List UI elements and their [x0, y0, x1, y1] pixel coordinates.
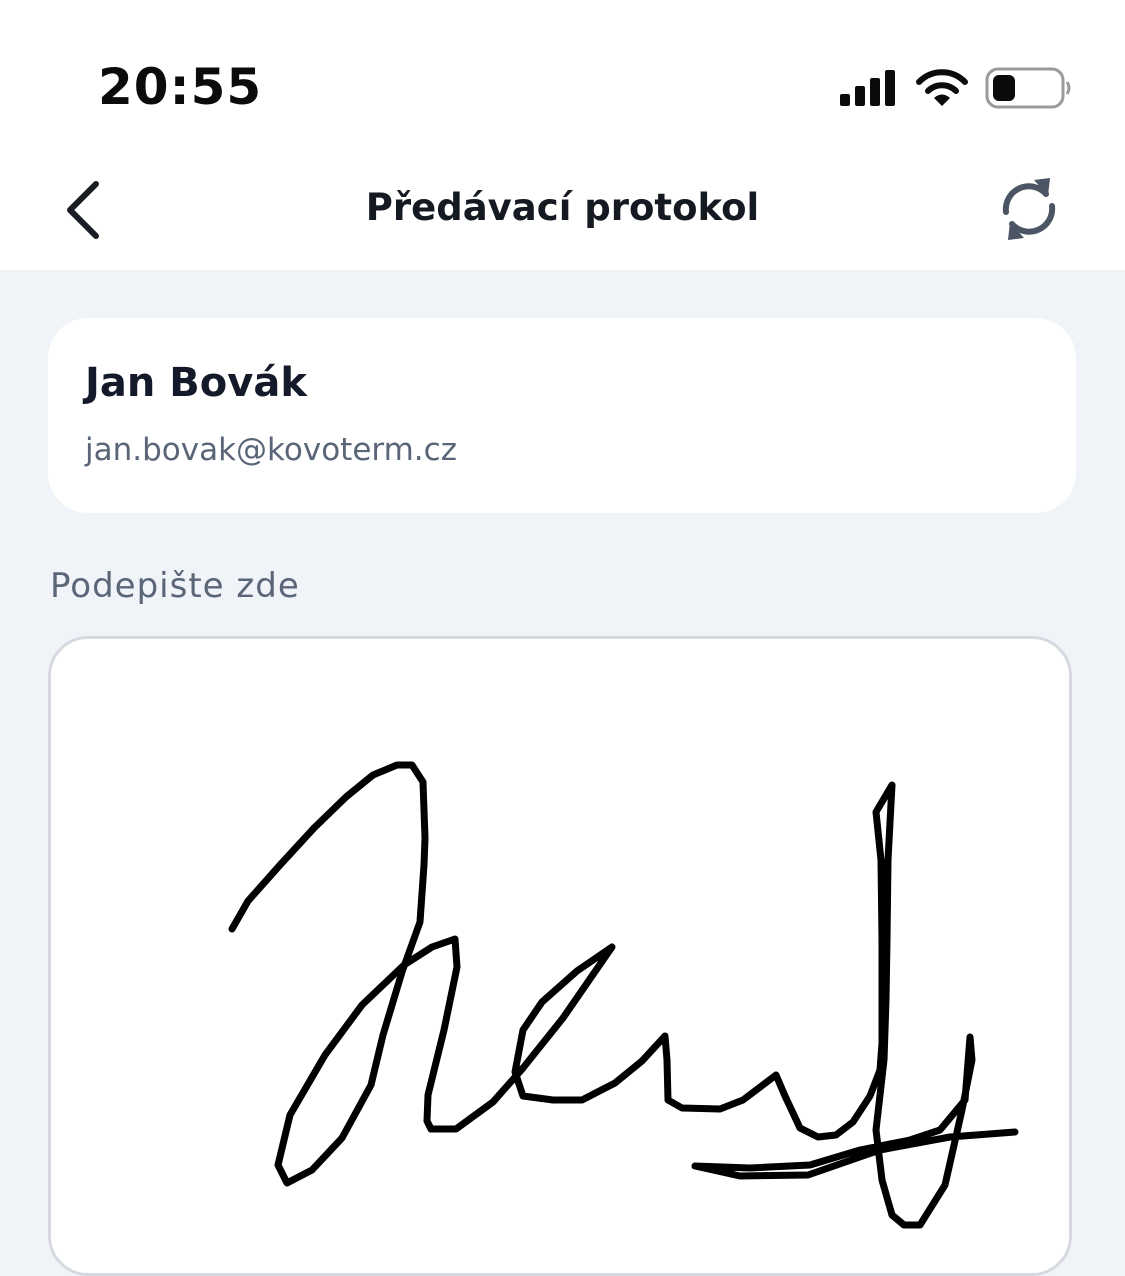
cellular-signal-icon	[840, 70, 895, 106]
signature-pad[interactable]	[48, 636, 1072, 1276]
refresh-icon[interactable]	[994, 172, 1064, 246]
nav-bar: Předávací protokol	[0, 150, 1125, 270]
wifi-icon	[916, 69, 968, 106]
signature-label: Podepište zde	[50, 566, 300, 606]
status-time: 20:55	[98, 58, 263, 116]
user-name: Jan Bovák	[85, 360, 307, 406]
user-email: jan.bovak@kovoterm.cz	[85, 432, 457, 468]
page-title: Předávací protokol	[365, 186, 760, 229]
battery-icon	[985, 67, 1071, 109]
status-bar: 20:55	[0, 0, 1125, 150]
user-card: Jan Bovák jan.bovak@kovoterm.cz	[48, 318, 1076, 513]
